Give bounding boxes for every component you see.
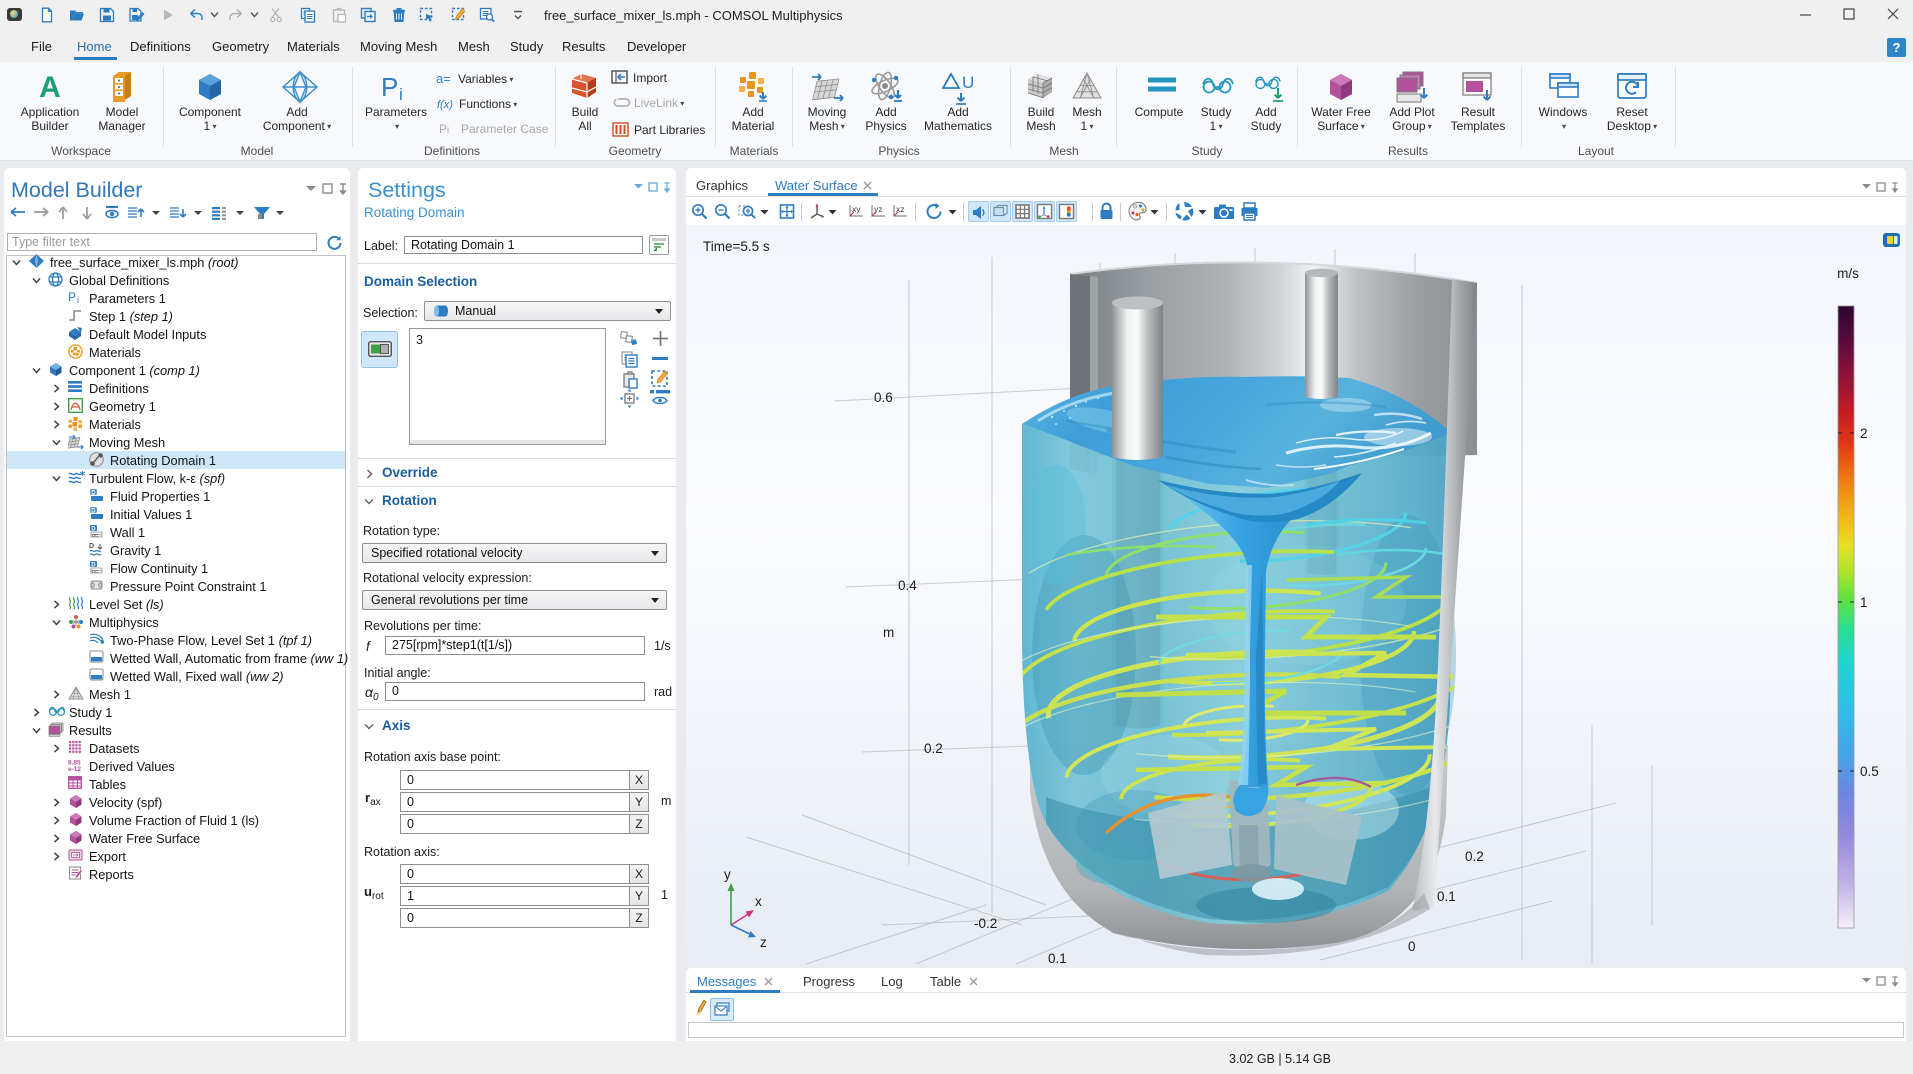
svg-text:D: D bbox=[91, 527, 96, 533]
svg-text:e-12: e-12 bbox=[68, 766, 81, 772]
svg-text:0: 0 bbox=[1408, 939, 1416, 954]
svg-text:D: D bbox=[89, 543, 94, 550]
svg-text:-0.2: -0.2 bbox=[974, 916, 997, 931]
svg-text:0.2: 0.2 bbox=[924, 741, 943, 756]
svg-text:m/s: m/s bbox=[1837, 266, 1859, 281]
svg-text:y: y bbox=[724, 867, 731, 882]
svg-text:D: D bbox=[91, 509, 96, 515]
svg-text:P: P bbox=[381, 72, 398, 102]
svg-text:P: P bbox=[68, 290, 76, 304]
svg-text:A: A bbox=[39, 71, 61, 104]
svg-text:yz: yz bbox=[874, 204, 883, 214]
svg-text:0.1: 0.1 bbox=[1048, 951, 1067, 964]
svg-text:Pi: Pi bbox=[439, 122, 449, 136]
svg-text:D: D bbox=[91, 563, 96, 569]
svg-text:2: 2 bbox=[1860, 426, 1868, 441]
svg-text:i: i bbox=[399, 85, 403, 104]
svg-text:Time=5.5 s: Time=5.5 s bbox=[703, 239, 770, 254]
svg-text:D: D bbox=[91, 491, 96, 497]
svg-text:DC: DC bbox=[92, 533, 99, 538]
svg-text:DC: DC bbox=[92, 569, 99, 574]
svg-text:0.6: 0.6 bbox=[874, 390, 893, 405]
svg-text:0.4: 0.4 bbox=[898, 578, 917, 593]
svg-text:z: z bbox=[760, 935, 767, 950]
svg-text:0.1: 0.1 bbox=[1437, 889, 1456, 904]
svg-text:a=: a= bbox=[436, 71, 451, 86]
svg-text:x: x bbox=[755, 894, 762, 909]
svg-text:0.2: 0.2 bbox=[1465, 849, 1484, 864]
svg-text:m: m bbox=[883, 625, 894, 640]
svg-text:xz: xz bbox=[896, 204, 905, 214]
svg-text:i: i bbox=[77, 295, 79, 304]
svg-text:1: 1 bbox=[1860, 595, 1868, 610]
svg-text:f(x): f(x) bbox=[437, 99, 453, 111]
svg-text:xy: xy bbox=[852, 204, 861, 214]
svg-text:U: U bbox=[962, 73, 974, 92]
svg-text:0.5: 0.5 bbox=[1860, 764, 1879, 779]
